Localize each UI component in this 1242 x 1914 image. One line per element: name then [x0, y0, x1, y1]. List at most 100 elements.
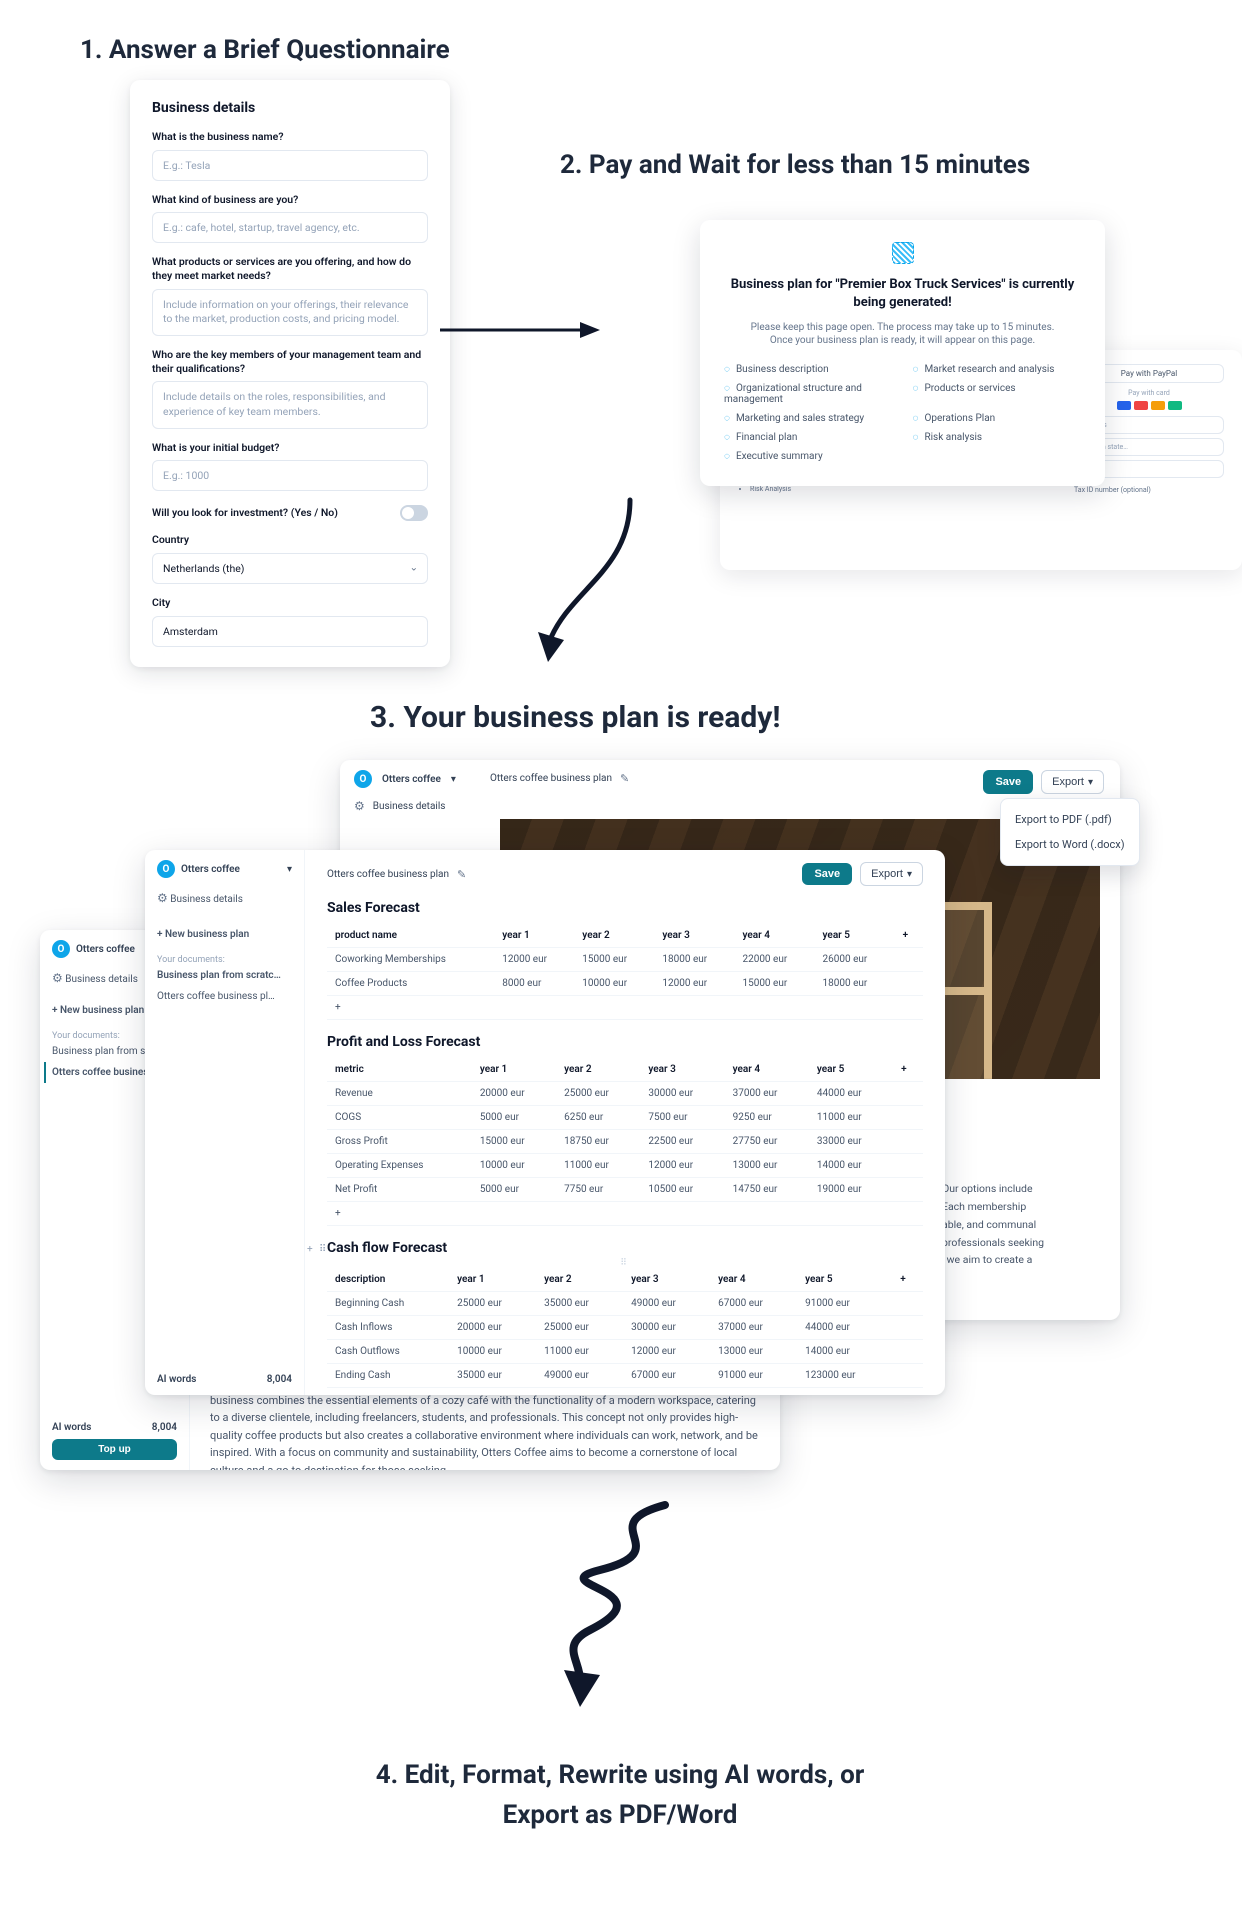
table-cell[interactable]: 15000 eur: [574, 948, 654, 972]
table-cell[interactable]: Coffee Products: [327, 972, 494, 996]
table-cell[interactable]: COGS: [327, 1106, 472, 1130]
business-details-link[interactable]: Business details: [373, 801, 446, 812]
table-row[interactable]: Net Profit5000 eur7750 eur10500 eur14750…: [327, 1178, 923, 1202]
table-cell[interactable]: 20000 eur: [449, 1316, 536, 1340]
table-row[interactable]: COGS5000 eur6250 eur7500 eur9250 eur1100…: [327, 1106, 923, 1130]
new-business-plan-button[interactable]: + New business plan: [157, 924, 292, 945]
table-cell[interactable]: Ending Cash: [327, 1364, 449, 1388]
table-cell[interactable]: 91000 eur: [797, 1292, 892, 1316]
add-column-icon[interactable]: +: [892, 1268, 923, 1292]
table-cell[interactable]: 5000 eur: [472, 1178, 556, 1202]
table-cell[interactable]: 35000 eur: [536, 1292, 623, 1316]
q-budget-input[interactable]: E.g.: 1000: [152, 460, 428, 491]
table-cell[interactable]: 19000 eur: [809, 1178, 893, 1202]
table-cell[interactable]: 13000 eur: [725, 1154, 809, 1178]
table-cell[interactable]: 91000 eur: [710, 1364, 797, 1388]
q-team-textarea[interactable]: Include details on the roles, responsibi…: [152, 381, 428, 428]
table-cell[interactable]: 25000 eur: [556, 1082, 640, 1106]
table-cell[interactable]: 10000 eur: [449, 1340, 536, 1364]
table-row[interactable]: Revenue20000 eur25000 eur30000 eur37000 …: [327, 1082, 923, 1106]
table-cell[interactable]: 10000 eur: [574, 972, 654, 996]
table-cell[interactable]: 12000 eur: [654, 972, 734, 996]
table-cell[interactable]: 15000 eur: [472, 1130, 556, 1154]
table-cell[interactable]: 10500 eur: [640, 1178, 724, 1202]
table-cell[interactable]: 27750 eur: [725, 1130, 809, 1154]
table-cell[interactable]: 33000 eur: [809, 1130, 893, 1154]
table-cell[interactable]: Operating Expenses: [327, 1154, 472, 1178]
export-button[interactable]: Export: [860, 862, 923, 886]
table-cell[interactable]: 12000 eur: [623, 1340, 710, 1364]
table-row[interactable]: Cash Outflows10000 eur11000 eur12000 eur…: [327, 1340, 923, 1364]
chevron-down-icon[interactable]: [451, 774, 456, 785]
table-cell[interactable]: 67000 eur: [710, 1292, 797, 1316]
table-cell[interactable]: 37000 eur: [725, 1082, 809, 1106]
gear-icon[interactable]: [354, 799, 365, 813]
table-cell[interactable]: 44000 eur: [809, 1082, 893, 1106]
top-up-button[interactable]: Top up: [52, 1439, 177, 1460]
workspace-name[interactable]: Otters coffee: [382, 774, 441, 785]
city-input[interactable]: Amsterdam: [152, 616, 428, 647]
table-row[interactable]: Coffee Products8000 eur10000 eur12000 eu…: [327, 972, 923, 996]
q-kind-input[interactable]: E.g.: cafe, hotel, startup, travel agenc…: [152, 212, 428, 243]
table-row[interactable]: Ending Cash35000 eur49000 eur67000 eur91…: [327, 1364, 923, 1388]
country-select[interactable]: Netherlands (the): [152, 553, 428, 584]
table-cell[interactable]: 15000 eur: [734, 972, 814, 996]
table-cell[interactable]: 49000 eur: [536, 1364, 623, 1388]
table-cell[interactable]: Gross Profit: [327, 1130, 472, 1154]
chevron-down-icon[interactable]: [287, 864, 292, 875]
table-cell[interactable]: 14000 eur: [809, 1154, 893, 1178]
export-button[interactable]: Export: [1041, 770, 1104, 794]
table-cell[interactable]: 7500 eur: [640, 1106, 724, 1130]
investment-toggle[interactable]: [400, 505, 428, 521]
table-cell[interactable]: 12000 eur: [640, 1154, 724, 1178]
drag-handle-icon[interactable]: ⠿: [327, 1258, 923, 1268]
table-row[interactable]: Cash Inflows20000 eur25000 eur30000 eur3…: [327, 1316, 923, 1340]
add-row-icon[interactable]: +: [327, 996, 923, 1020]
table-cell[interactable]: 18750 eur: [556, 1130, 640, 1154]
table-cell[interactable]: 7750 eur: [556, 1178, 640, 1202]
table-cell[interactable]: 22500 eur: [640, 1130, 724, 1154]
table-cell[interactable]: 18000 eur: [815, 972, 895, 996]
table-cell[interactable]: 30000 eur: [640, 1082, 724, 1106]
table-cell[interactable]: 67000 eur: [623, 1364, 710, 1388]
table-cell[interactable]: 5000 eur: [472, 1106, 556, 1130]
pencil-icon[interactable]: [457, 868, 466, 881]
table-cell[interactable]: 12000 eur: [494, 948, 574, 972]
save-button[interactable]: Save: [983, 770, 1033, 794]
table-row[interactable]: Gross Profit15000 eur18750 eur22500 eur2…: [327, 1130, 923, 1154]
table-cell[interactable]: 14000 eur: [797, 1340, 892, 1364]
table-cell[interactable]: Revenue: [327, 1082, 472, 1106]
table-cell[interactable]: 11000 eur: [809, 1106, 893, 1130]
table-cell[interactable]: 35000 eur: [449, 1364, 536, 1388]
table-cell[interactable]: 25000 eur: [536, 1316, 623, 1340]
table-cell[interactable]: 11000 eur: [536, 1340, 623, 1364]
table-cell[interactable]: 10000 eur: [472, 1154, 556, 1178]
table-cell[interactable]: 6250 eur: [556, 1106, 640, 1130]
table-cell[interactable]: 25000 eur: [449, 1292, 536, 1316]
table-cell[interactable]: 8000 eur: [494, 972, 574, 996]
business-details-link[interactable]: Business details: [170, 894, 243, 905]
q-business-name-input[interactable]: E.g.: Tesla: [152, 150, 428, 181]
workspace-name[interactable]: Otters coffee: [76, 944, 135, 955]
save-button[interactable]: Save: [802, 863, 852, 885]
table-cell[interactable]: Coworking Memberships: [327, 948, 494, 972]
table-cell[interactable]: 26000 eur: [815, 948, 895, 972]
table-cell[interactable]: 20000 eur: [472, 1082, 556, 1106]
table-cell[interactable]: 123000 eur: [797, 1364, 892, 1388]
business-details-link[interactable]: Business details: [65, 974, 138, 985]
doc-link[interactable]: Otters coffee business pl…: [157, 986, 292, 1007]
table-cell[interactable]: Net Profit: [327, 1178, 472, 1202]
gear-icon[interactable]: [52, 974, 63, 985]
table-cell[interactable]: 18000 eur: [654, 948, 734, 972]
table-cell[interactable]: 11000 eur: [556, 1154, 640, 1178]
q-products-textarea[interactable]: Include information on your offerings, t…: [152, 289, 428, 336]
doc-link[interactable]: Business plan from scratc…: [157, 965, 292, 986]
export-pdf-item[interactable]: Export to PDF (.pdf): [1001, 807, 1139, 832]
table-cell[interactable]: 14750 eur: [725, 1178, 809, 1202]
add-row-icon[interactable]: +: [327, 1388, 923, 1396]
table-row[interactable]: Operating Expenses10000 eur11000 eur1200…: [327, 1154, 923, 1178]
export-docx-item[interactable]: Export to Word (.docx): [1001, 832, 1139, 857]
add-column-icon[interactable]: +: [895, 924, 923, 948]
workspace-name[interactable]: Otters coffee: [181, 864, 240, 875]
gear-icon[interactable]: [157, 894, 168, 905]
